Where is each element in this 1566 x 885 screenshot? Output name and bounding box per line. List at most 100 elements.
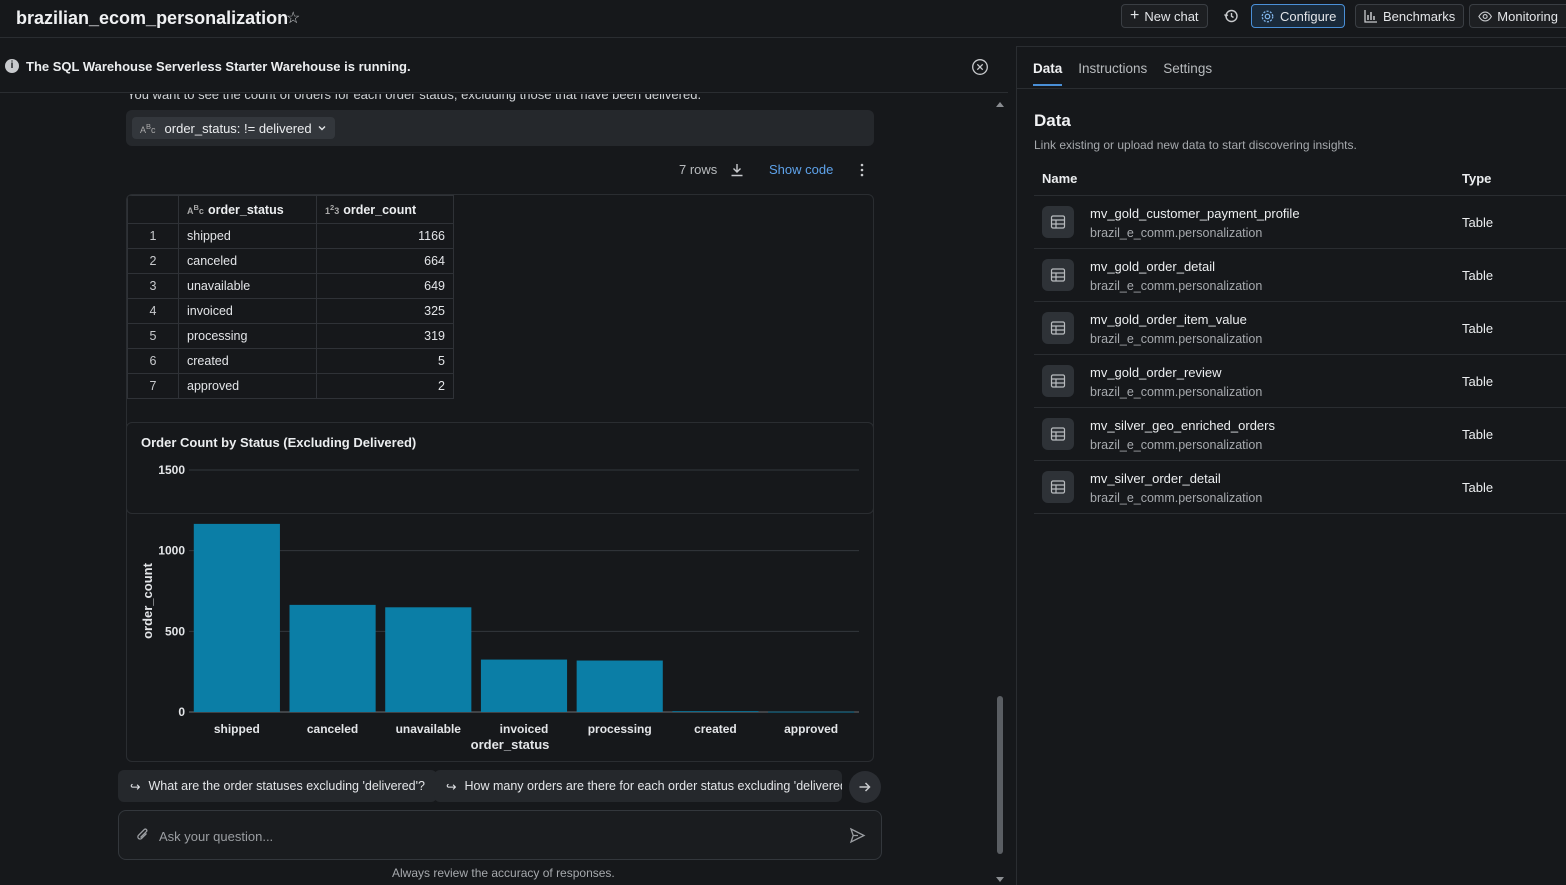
table-schema: brazil_e_comm.personalization bbox=[1090, 438, 1263, 452]
tab-instructions[interactable]: Instructions bbox=[1078, 61, 1147, 86]
table-icon bbox=[1042, 471, 1074, 503]
suggestion-chip[interactable]: ↪ How many orders are there for each ord… bbox=[434, 770, 842, 802]
x-tick-label: canceled bbox=[307, 722, 358, 736]
table-type: Table bbox=[1462, 427, 1494, 442]
suggestion-chip[interactable]: ↪ What are the order statuses excluding … bbox=[118, 770, 437, 802]
table-type: Table bbox=[1462, 374, 1494, 389]
question-box bbox=[118, 810, 882, 860]
name-column-header: Name bbox=[1042, 171, 1078, 186]
data-heading: Data bbox=[1034, 111, 1071, 130]
table-schema: brazil_e_comm.personalization bbox=[1090, 491, 1263, 505]
table-icon bbox=[1042, 418, 1074, 450]
bar bbox=[289, 604, 376, 712]
table-type: Table bbox=[1462, 268, 1494, 283]
question-input[interactable] bbox=[159, 825, 819, 847]
top-bar: brazilian_ecom_personalization ☆ + New c… bbox=[0, 0, 1566, 38]
table-name: mv_gold_order_item_value bbox=[1090, 312, 1247, 327]
monitoring-button[interactable]: Monitoring bbox=[1469, 4, 1566, 28]
bar bbox=[385, 607, 472, 712]
y-tick-label: 1000 bbox=[158, 544, 185, 558]
attach-icon[interactable] bbox=[135, 827, 151, 846]
x-tick-label: created bbox=[694, 722, 737, 736]
column-header-order-count[interactable]: 123 order_count bbox=[316, 195, 454, 224]
table-type: Table bbox=[1462, 480, 1494, 495]
response-intro-text: You want to see the count of orders for … bbox=[127, 94, 702, 102]
configure-button[interactable]: Configure bbox=[1251, 4, 1346, 28]
send-icon[interactable] bbox=[849, 827, 866, 847]
history-icon[interactable] bbox=[1221, 6, 1241, 26]
x-axis-label: order_status bbox=[471, 737, 550, 752]
filter-bar: ABc order_status: != delivered bbox=[126, 110, 874, 146]
y-tick-label: 0 bbox=[178, 705, 185, 719]
next-suggestions-button[interactable] bbox=[849, 771, 881, 803]
banner-text: The SQL Warehouse Serverless Starter War… bbox=[26, 59, 411, 74]
table-row: 7 approved 2 bbox=[127, 373, 454, 399]
column-header-order-status[interactable]: ABc order_status bbox=[178, 195, 317, 224]
table-row: 3 unavailable 649 bbox=[127, 273, 454, 299]
table-type: Table bbox=[1462, 321, 1494, 336]
benchmarks-label: Benchmarks bbox=[1383, 8, 1456, 24]
x-tick-label: processing bbox=[588, 722, 652, 736]
table-row: 1 shipped 1166 bbox=[127, 223, 454, 249]
eye-icon bbox=[1478, 10, 1493, 22]
star-icon[interactable]: ☆ bbox=[286, 8, 300, 28]
data-table-row[interactable]: mv_gold_order_detail brazil_e_comm.person… bbox=[1034, 249, 1566, 302]
data-table-row[interactable]: mv_gold_customer_payment_profile brazil_e… bbox=[1034, 196, 1566, 249]
more-options-icon[interactable] bbox=[855, 162, 869, 181]
table-name: mv_silver_order_detail bbox=[1090, 471, 1221, 486]
x-tick-label: invoiced bbox=[500, 722, 549, 736]
table-header-row: ABc order_status 123 order_count bbox=[127, 195, 454, 224]
data-table-row[interactable]: mv_gold_order_item_value brazil_e_comm.pe… bbox=[1034, 302, 1566, 355]
bar-chart-icon bbox=[1364, 10, 1377, 23]
table-name: mv_gold_order_review bbox=[1090, 365, 1222, 380]
reply-arrow-icon: ↪ bbox=[446, 779, 457, 794]
data-table-row[interactable]: mv_silver_order_detail brazil_e_comm.pers… bbox=[1034, 461, 1566, 514]
data-table-row[interactable]: mv_silver_geo_enriched_orders brazil_e_co… bbox=[1034, 408, 1566, 461]
table-type: Table bbox=[1462, 215, 1494, 230]
plus-icon: + bbox=[1130, 7, 1140, 24]
benchmarks-button[interactable]: Benchmarks bbox=[1355, 4, 1465, 28]
y-axis-label: order_count bbox=[140, 562, 155, 639]
table-icon bbox=[1042, 259, 1074, 291]
suggestion-label: How many orders are there for each order… bbox=[464, 779, 842, 793]
chat-scrollbar[interactable] bbox=[994, 96, 1006, 885]
scroll-up-icon[interactable] bbox=[995, 100, 1005, 108]
scroll-down-icon[interactable] bbox=[995, 876, 1005, 884]
arrow-right-icon bbox=[859, 782, 871, 792]
result-table: ABc order_status 123 order_count 1 shipped 1… bbox=[127, 195, 454, 399]
table-row: 6 created 5 bbox=[127, 348, 454, 374]
chat-area: You want to see the count of orders for … bbox=[0, 94, 992, 885]
table-row: 2 canceled 664 bbox=[127, 248, 454, 274]
number-type-icon: 123 bbox=[325, 202, 340, 216]
table-row: 5 processing 319 bbox=[127, 323, 454, 349]
tab-settings[interactable]: Settings bbox=[1163, 61, 1212, 86]
show-code-link[interactable]: Show code bbox=[769, 162, 833, 177]
new-chat-button[interactable]: + New chat bbox=[1121, 4, 1208, 28]
x-tick-label: unavailable bbox=[396, 722, 462, 736]
rows-count: 7 rows bbox=[679, 162, 718, 177]
close-icon[interactable] bbox=[971, 58, 989, 79]
page-title: brazilian_ecom_personalization bbox=[16, 8, 289, 28]
index-header bbox=[127, 195, 179, 224]
panel-tabs: Data Instructions Settings bbox=[1033, 61, 1212, 86]
bar bbox=[480, 659, 568, 712]
info-icon: i bbox=[5, 59, 19, 73]
y-tick-label: 1500 bbox=[158, 463, 185, 477]
tab-data[interactable]: Data bbox=[1033, 61, 1063, 86]
suggestion-label: What are the order statuses excluding 'd… bbox=[148, 779, 425, 793]
chart-card: Order Count by Status (Excluding Deliver… bbox=[126, 422, 874, 762]
table-schema: brazil_e_comm.personalization bbox=[1090, 279, 1263, 293]
filter-chip-label: order_status: != delivered bbox=[164, 120, 312, 136]
reply-arrow-icon: ↪ bbox=[130, 779, 141, 794]
filter-chip[interactable]: ABc order_status: != delivered bbox=[132, 117, 335, 139]
bar bbox=[768, 711, 855, 713]
x-tick-label: shipped bbox=[214, 722, 260, 736]
configure-label: Configure bbox=[1280, 8, 1337, 24]
scroll-thumb[interactable] bbox=[997, 696, 1003, 854]
new-chat-label: New chat bbox=[1144, 8, 1199, 24]
disclaimer-text: Always review the accuracy of responses. bbox=[392, 866, 615, 880]
data-table-row[interactable]: mv_gold_order_review brazil_e_comm.person… bbox=[1034, 355, 1566, 408]
download-icon[interactable] bbox=[729, 162, 745, 181]
y-tick-label: 500 bbox=[165, 624, 185, 638]
data-panel: Data Instructions Settings Data Link exi… bbox=[1016, 46, 1566, 885]
